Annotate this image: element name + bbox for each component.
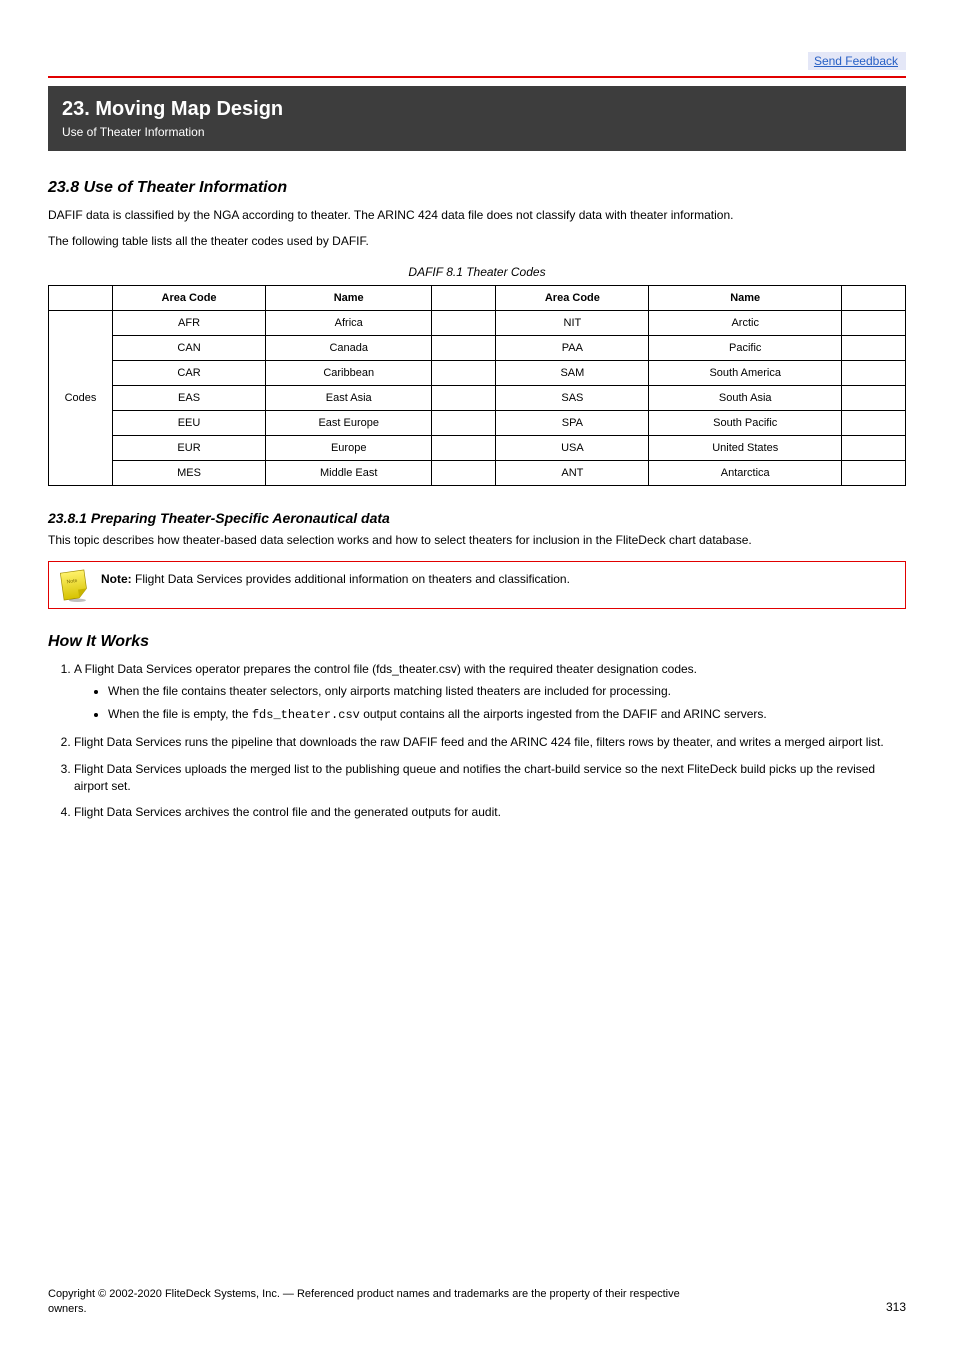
table-header: Area Code [113,286,266,311]
table-cell: EEU [113,411,266,436]
table-row: MES Middle East ANT Antarctica [49,461,906,486]
table-cell [432,411,496,436]
table-cell [842,311,906,336]
table-header [432,286,496,311]
paragraph: DAFIF data is classified by the NGA acco… [48,207,906,223]
table-cell [432,436,496,461]
table-cell: South Pacific [649,411,842,436]
table-cell: SAS [496,386,649,411]
note-box: Note Note: Flight Data Services provides… [48,561,906,609]
table-header: Name [649,286,842,311]
table-row: EUR Europe USA United States [49,436,906,461]
list-item: A Flight Data Services operator prepares… [74,661,906,724]
table-cell: MES [113,461,266,486]
table-cell: Arctic [649,311,842,336]
footer: Copyright © 2002-2020 FliteDeck Systems,… [48,1287,906,1316]
table-cell [842,411,906,436]
table-cell: EAS [113,386,266,411]
table-row-label: Codes [49,311,113,486]
list-item: Flight Data Services runs the pipeline t… [74,734,906,751]
table-row: CAN Canada PAA Pacific [49,336,906,361]
table-cell: East Asia [266,386,432,411]
table-cell [432,361,496,386]
section-title: 23.8 Use of Theater Information [48,179,906,197]
header: Send Feedback [48,52,906,78]
table-cell [842,436,906,461]
table-cell: CAN [113,336,266,361]
how-it-works-title: How It Works [48,633,906,651]
table-cell: SAM [496,361,649,386]
table-cell [432,461,496,486]
table-cell: South Asia [649,386,842,411]
table-caption: DAFIF 8.1 Theater Codes [48,265,906,279]
list-item: When the file contains theater selectors… [108,683,906,700]
table-cell: USA [496,436,649,461]
table-header [842,286,906,311]
feedback-link[interactable]: Send Feedback [808,52,906,70]
step-text: A Flight Data Services operator prepares… [74,662,697,676]
table-cell: ANT [496,461,649,486]
list-item: Flight Data Services archives the contro… [74,804,906,821]
table-header-row: Area Code Name Area Code Name [49,286,906,311]
table-cell: Europe [266,436,432,461]
table-header: Name [266,286,432,311]
theater-codes-table: Area Code Name Area Code Name Codes AFR … [48,285,906,486]
section-intro: 23.8 Use of Theater Information DAFIF da… [48,179,906,249]
step-text: output contains all the airports ingeste… [360,707,767,721]
table-cell: United States [649,436,842,461]
table-cell [432,311,496,336]
table-cell [432,336,496,361]
table-cell: South America [649,361,842,386]
table-cell: Middle East [266,461,432,486]
table-cell: SPA [496,411,649,436]
chapter-topic: Use of Theater Information [62,125,892,139]
table-cell: Pacific [649,336,842,361]
table-cell [842,336,906,361]
page-number: 313 [886,1300,906,1316]
paragraph: This topic describes how theater-based d… [48,532,906,548]
step-text: When the file is empty, the [108,707,252,721]
table-cell: Africa [266,311,432,336]
list-item: Flight Data Services uploads the merged … [74,761,906,795]
table-cell: NIT [496,311,649,336]
table-cell: PAA [496,336,649,361]
table-cell [842,386,906,411]
sticky-note-icon: Note [57,568,91,602]
chapter-number-title: 23. Moving Map Design [62,98,892,121]
note-label: Note: [101,572,132,586]
table-cell: Caribbean [266,361,432,386]
steps-list: A Flight Data Services operator prepares… [74,661,906,822]
table-cell: Antarctica [649,461,842,486]
table-cell [842,361,906,386]
subsection-title: 23.8.1 Preparing Theater-Specific Aerona… [48,510,906,526]
table-cell: Canada [266,336,432,361]
table-row: EAS East Asia SAS South Asia [49,386,906,411]
note-text: Flight Data Services provides additional… [135,572,570,586]
list-item: When the file is empty, the fds_theater.… [108,706,906,724]
table-cell: EUR [113,436,266,461]
code-text: fds_theater.csv [252,708,360,722]
table-cell [432,386,496,411]
table-cell: AFR [113,311,266,336]
table-cell: East Europe [266,411,432,436]
table-row: CAR Caribbean SAM South America [49,361,906,386]
table-header [49,286,113,311]
table-row: EEU East Europe SPA South Pacific [49,411,906,436]
chapter-bar: 23. Moving Map Design Use of Theater Inf… [48,86,906,151]
paragraph: The following table lists all the theate… [48,233,906,249]
table-row: Codes AFR Africa NIT Arctic [49,311,906,336]
table-header: Area Code [496,286,649,311]
table-cell [842,461,906,486]
copyright-text: Copyright © 2002-2020 FliteDeck Systems,… [48,1287,688,1316]
table-cell: CAR [113,361,266,386]
